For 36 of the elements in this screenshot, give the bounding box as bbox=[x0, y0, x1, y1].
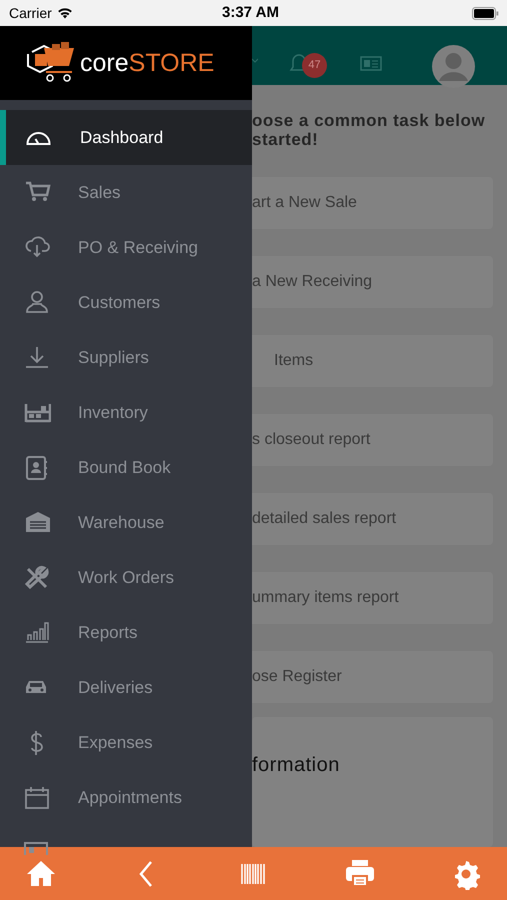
task-button[interactable]: ose Register bbox=[252, 651, 493, 703]
task-button[interactable]: a New Receiving bbox=[252, 256, 493, 308]
task-button[interactable]: s closeout report bbox=[252, 414, 493, 466]
person-icon bbox=[24, 290, 51, 316]
menu-item[interactable]: Suppliers bbox=[0, 330, 252, 385]
gauge-icon bbox=[26, 130, 51, 144]
menu-item[interactable]: PO & Receiving bbox=[0, 220, 252, 275]
download-icon bbox=[24, 344, 51, 370]
prompt-text: oose a common task below started! bbox=[252, 111, 486, 149]
menu-item[interactable]: Customers bbox=[0, 275, 252, 330]
app-logo-text: coreSTORE bbox=[80, 50, 214, 76]
menu-item[interactable]: Work Orders bbox=[0, 550, 252, 605]
tools-icon bbox=[24, 564, 51, 590]
menu-item[interactable]: Expenses bbox=[0, 715, 252, 770]
bar-chart-icon bbox=[24, 620, 51, 646]
avatar[interactable] bbox=[432, 45, 475, 88]
carrier-label: Carrier bbox=[9, 4, 52, 22]
menu-item[interactable]: Warehouse bbox=[0, 495, 252, 550]
task-button[interactable]: detailed sales report bbox=[252, 493, 493, 545]
wifi-icon bbox=[56, 7, 73, 19]
menu-item[interactable]: Appointments bbox=[0, 770, 252, 825]
menu-item[interactable]: Inventory bbox=[0, 385, 252, 440]
clock-time: 3:37 AM bbox=[222, 2, 279, 23]
menu-item[interactable]: Sales bbox=[0, 165, 252, 220]
calendar-icon bbox=[24, 784, 51, 810]
task-button[interactable]: Items bbox=[252, 335, 493, 387]
selected-menu-item[interactable]: Dashboard bbox=[0, 110, 252, 165]
task-button[interactable]: ummary items report bbox=[252, 572, 493, 624]
notification-badge: 47 bbox=[302, 53, 327, 78]
caret-icon bbox=[252, 58, 258, 63]
menu-item[interactable]: Deliveries bbox=[0, 660, 252, 715]
card-title: formation bbox=[252, 754, 340, 776]
task-button[interactable]: art a New Sale bbox=[252, 177, 493, 229]
menu-item[interactable]: Reports bbox=[0, 605, 252, 660]
battery-icon bbox=[472, 6, 499, 20]
menu-item[interactable]: Bound Book bbox=[0, 440, 252, 495]
